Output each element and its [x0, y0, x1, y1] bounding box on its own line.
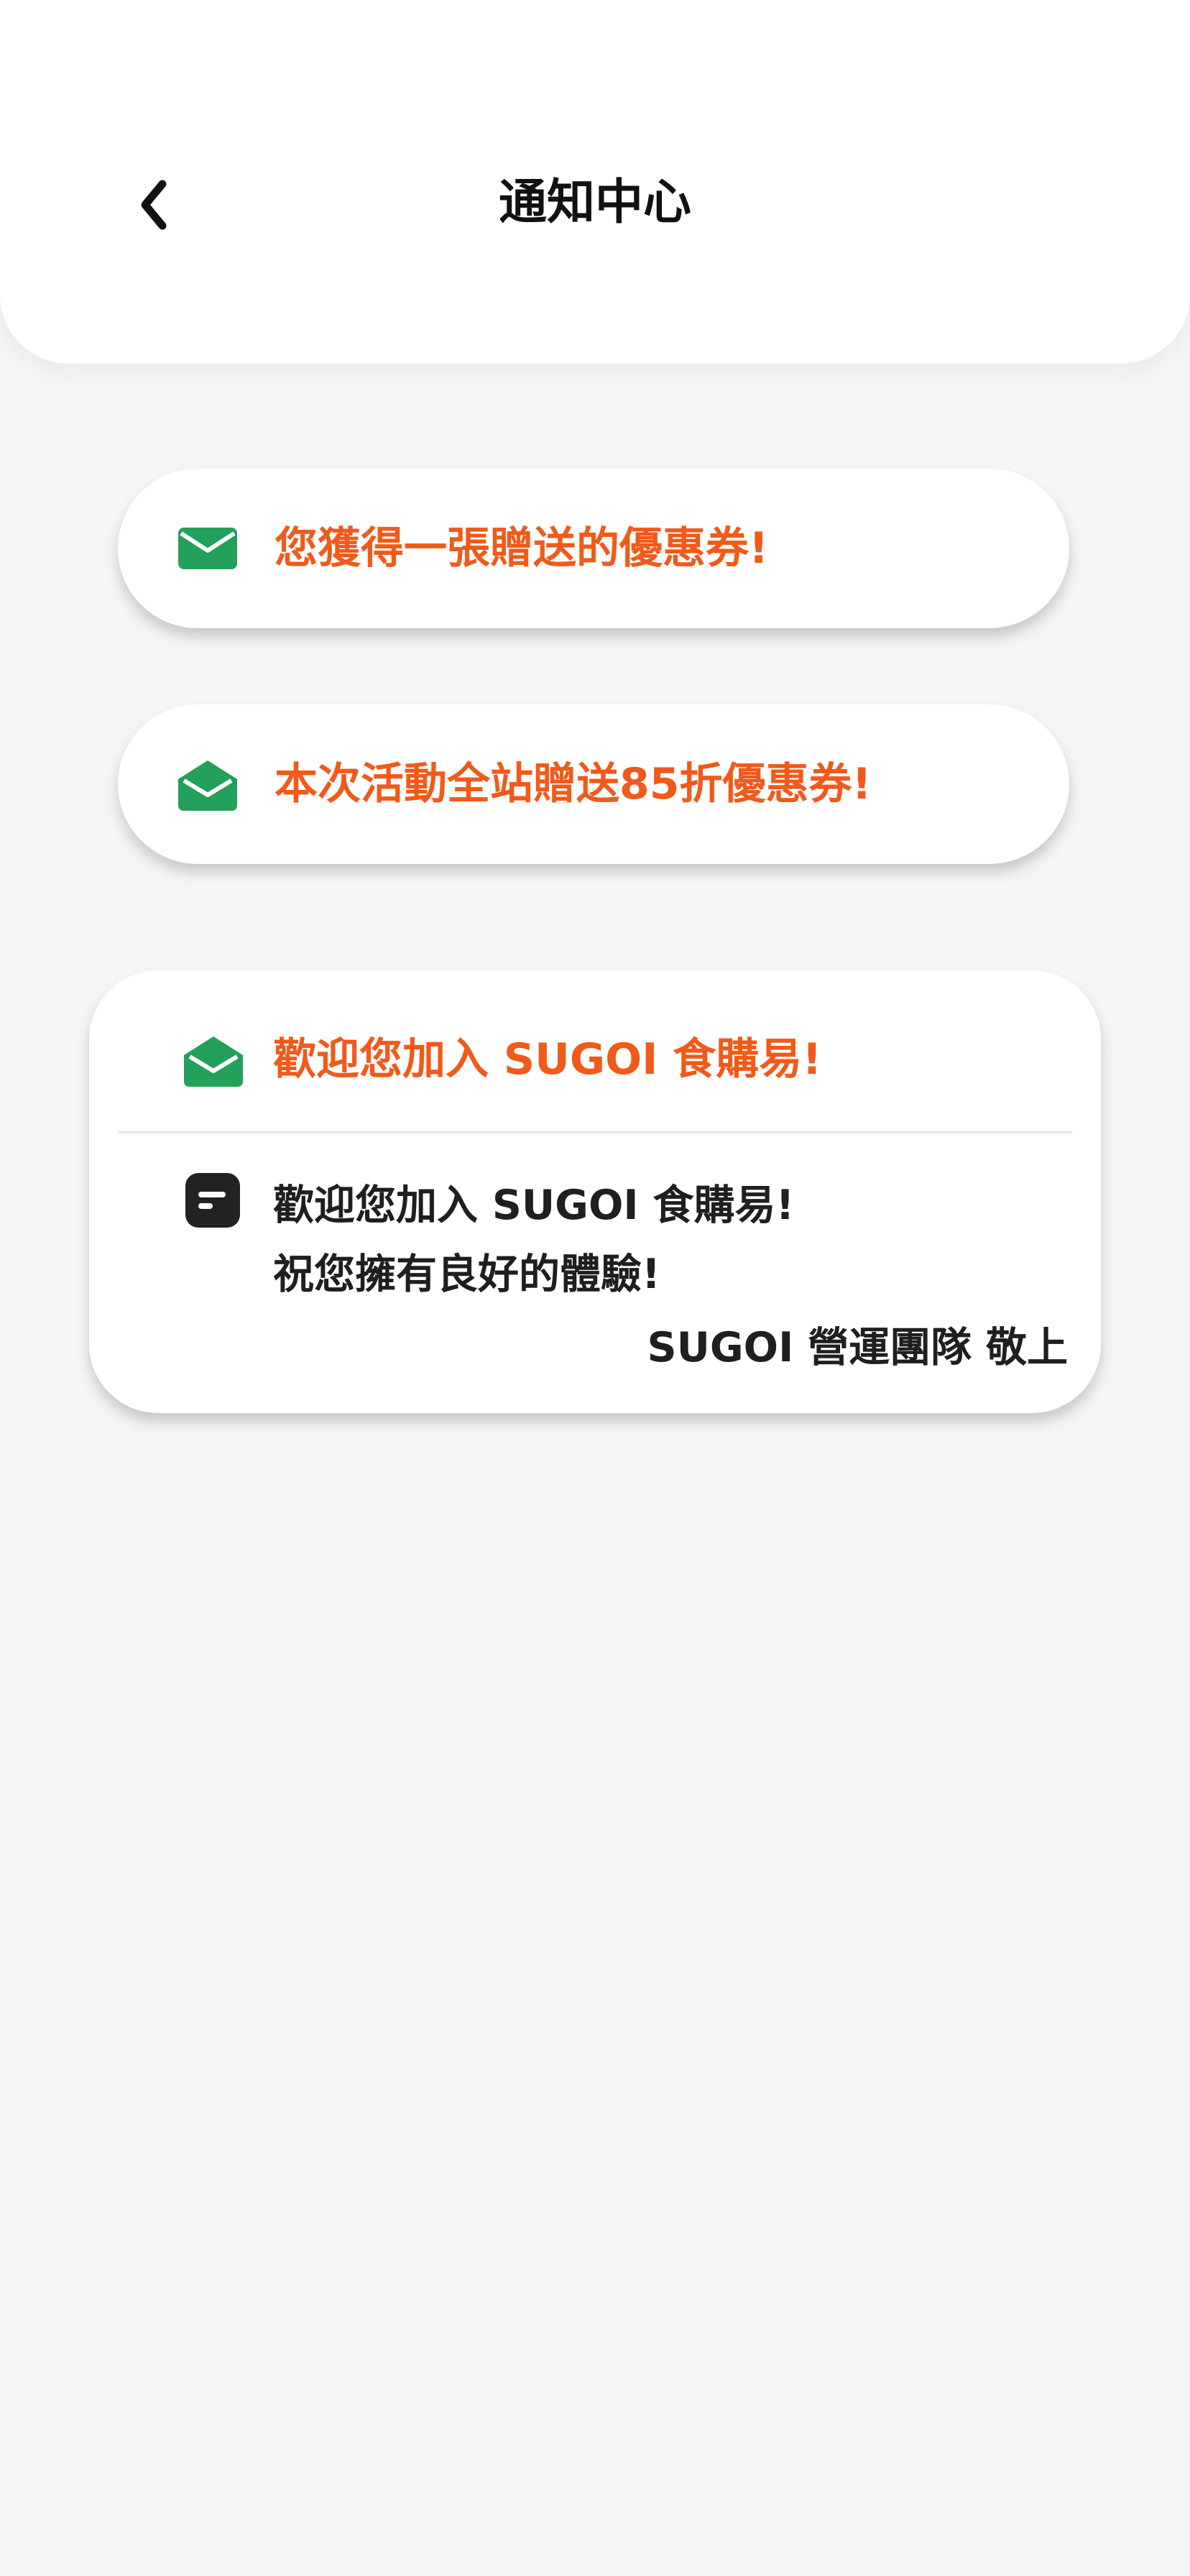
notification-card[interactable]: 您獲得一張贈送的優惠券!	[118, 469, 1069, 628]
message-line: 祝您擁有良好的體驗!	[273, 1251, 660, 1298]
notification-card[interactable]: 本次活動全站贈送85折優惠券!	[118, 704, 1069, 864]
top-header: 通知中心	[0, 0, 1190, 364]
message-icon	[185, 1173, 240, 1228]
envelope-open-icon	[178, 760, 237, 811]
page-title: 通知中心	[499, 174, 691, 230]
message-signature: SUGOI 營運團隊 敬上	[647, 1324, 1068, 1371]
notification-title: 歡迎您加入 SUGOI 食購易!	[273, 1034, 822, 1085]
notification-card-expanded[interactable]: 歡迎您加入 SUGOI 食購易! 歡迎您加入 SUGOI 食購易! 祝您擁有良好…	[89, 970, 1101, 1413]
notification-title-row[interactable]: 歡迎您加入 SUGOI 食購易!	[89, 970, 1101, 1133]
notification-title: 本次活動全站贈送85折優惠券!	[275, 759, 872, 809]
envelope-closed-icon	[178, 528, 237, 569]
envelope-open-icon	[184, 1036, 243, 1087]
divider	[118, 1131, 1072, 1133]
notification-title: 您獲得一張贈送的優惠券!	[275, 523, 769, 574]
message-line: 歡迎您加入 SUGOI 食購易!	[273, 1182, 795, 1229]
